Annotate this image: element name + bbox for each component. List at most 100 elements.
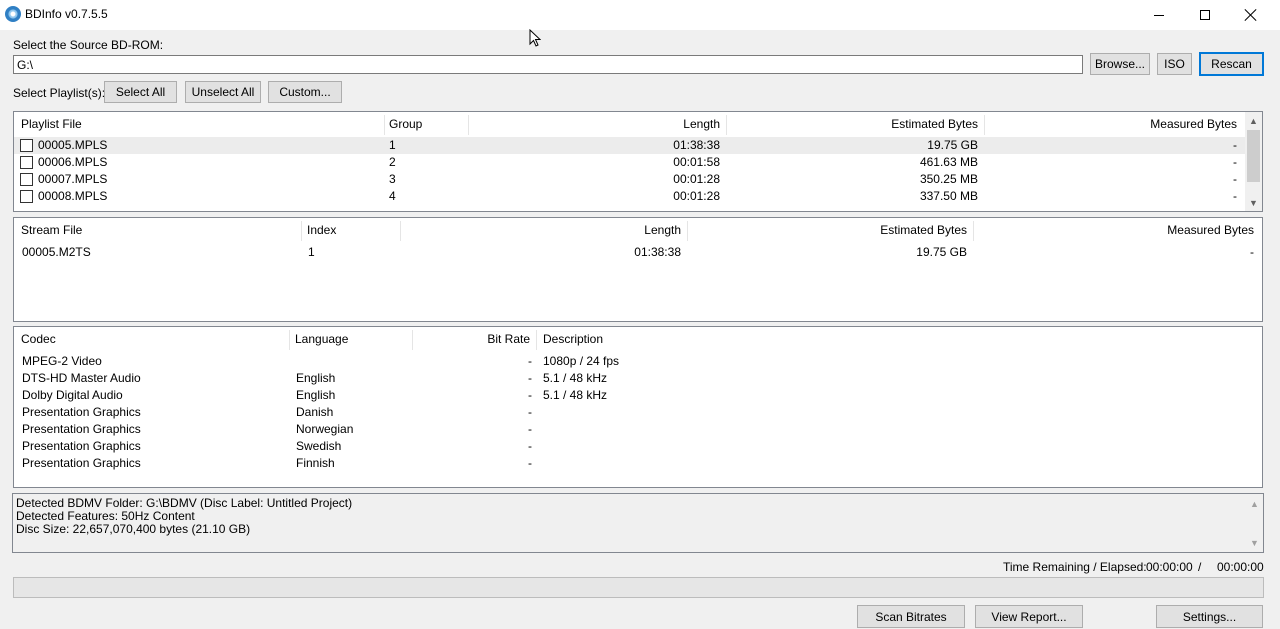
- view-report-button[interactable]: View Report...: [975, 605, 1083, 628]
- codec-name: Presentation Graphics: [22, 456, 141, 470]
- scroll-up-icon[interactable]: ▲: [1246, 495, 1263, 512]
- col-stream-file[interactable]: Stream File: [15, 218, 88, 242]
- time-remaining-value: 00:00:00: [1146, 560, 1193, 574]
- col-index[interactable]: Index: [301, 218, 342, 242]
- playlist-file: 00005.MPLS: [38, 138, 108, 152]
- codec-bitrate: -: [528, 388, 532, 402]
- playlist-row[interactable]: 00008.MPLS 4 00:01:28 337.50 MB -: [14, 188, 1246, 205]
- codec-row[interactable]: Presentation Graphics Danish -: [14, 404, 1262, 421]
- playlist-row[interactable]: 00007.MPLS 3 00:01:28 350.25 MB -: [14, 171, 1246, 188]
- stream-estimated: 19.75 GB: [916, 245, 967, 259]
- playlist-group: 2: [389, 155, 396, 169]
- playlist-checkbox[interactable]: [20, 190, 33, 203]
- codec-language: English: [296, 371, 336, 385]
- codec-name: Presentation Graphics: [22, 405, 141, 419]
- playlist-checkbox[interactable]: [20, 156, 33, 169]
- codec-row[interactable]: Presentation Graphics Norwegian -: [14, 421, 1262, 438]
- playlist-file: 00008.MPLS: [38, 189, 108, 203]
- maximize-icon: [1200, 10, 1210, 20]
- iso-button[interactable]: ISO: [1157, 53, 1192, 75]
- disc-icon: [5, 6, 21, 22]
- minimize-icon: [1154, 14, 1164, 16]
- settings-button[interactable]: Settings...: [1156, 605, 1263, 628]
- playlist-measured: -: [1233, 138, 1237, 152]
- playlist-checkbox[interactable]: [20, 173, 33, 186]
- scroll-down-icon[interactable]: ▼: [1246, 534, 1263, 551]
- codec-row[interactable]: Presentation Graphics Finnish -: [14, 455, 1262, 472]
- playlist-group: 4: [389, 189, 396, 203]
- playlist-checkbox[interactable]: [20, 139, 33, 152]
- col-estimated-bytes[interactable]: Estimated Bytes: [687, 218, 973, 242]
- col-estimated-bytes[interactable]: Estimated Bytes: [726, 112, 984, 136]
- playlist-estimated: 19.75 GB: [927, 138, 978, 152]
- codec-description: 5.1 / 48 kHz: [543, 371, 608, 385]
- col-length[interactable]: Length: [469, 112, 726, 136]
- playlist-measured: -: [1233, 155, 1237, 169]
- codec-name: Presentation Graphics: [22, 422, 141, 436]
- codec-bitrate: -: [528, 371, 532, 385]
- playlist-estimated: 461.63 MB: [919, 155, 978, 169]
- codec-row[interactable]: Dolby Digital Audio English - 5.1 / 48 k…: [14, 387, 1262, 404]
- codec-language: Finnish: [296, 456, 335, 470]
- window-title: BDInfo v0.7.5.5: [25, 7, 108, 21]
- col-codec[interactable]: Codec: [15, 327, 62, 351]
- codec-grid[interactable]: Codec Language Bit Rate Description MPEG…: [13, 326, 1263, 488]
- playlist-file: 00007.MPLS: [38, 172, 108, 186]
- close-button[interactable]: [1228, 0, 1274, 30]
- unselect-all-button[interactable]: Unselect All: [185, 81, 261, 103]
- scroll-down-icon[interactable]: ▼: [1245, 194, 1262, 211]
- rescan-button[interactable]: Rescan: [1199, 52, 1264, 76]
- codec-row[interactable]: Presentation Graphics Swedish -: [14, 438, 1262, 455]
- col-language[interactable]: Language: [289, 327, 354, 351]
- col-measured-bytes[interactable]: Measured Bytes: [973, 218, 1260, 242]
- scroll-up-icon[interactable]: ▲: [1245, 112, 1262, 129]
- playlist-length: 00:01:58: [673, 155, 720, 169]
- codec-name: DTS-HD Master Audio: [22, 371, 141, 385]
- codec-bitrate: -: [528, 354, 532, 368]
- maximize-button[interactable]: [1182, 0, 1228, 30]
- stream-measured: -: [1250, 245, 1254, 259]
- col-description[interactable]: Description: [537, 327, 609, 351]
- select-all-button[interactable]: Select All: [104, 81, 177, 103]
- col-bit-rate[interactable]: Bit Rate: [412, 327, 536, 351]
- playlist-group: 3: [389, 172, 396, 186]
- playlist-file: 00006.MPLS: [38, 155, 108, 169]
- scroll-thumb[interactable]: [1247, 130, 1260, 182]
- codec-name: MPEG-2 Video: [22, 354, 102, 368]
- playlist-length: 01:38:38: [673, 138, 720, 152]
- playlist-grid-header: Playlist File Group Length Estimated Byt…: [14, 112, 1262, 136]
- playlist-row[interactable]: 00005.MPLS 1 01:38:38 19.75 GB -: [14, 137, 1246, 154]
- title-bar: BDInfo v0.7.5.5: [0, 0, 1280, 30]
- browse-button[interactable]: Browse...: [1090, 53, 1150, 75]
- playlist-estimated: 350.25 MB: [919, 172, 978, 186]
- codec-bitrate: -: [528, 439, 532, 453]
- codec-language: English: [296, 388, 336, 402]
- stream-length: 01:38:38: [634, 245, 681, 259]
- report-scrollbar[interactable]: ▲ ▼: [1246, 494, 1263, 552]
- col-measured-bytes[interactable]: Measured Bytes: [984, 112, 1243, 136]
- playlist-grid[interactable]: Playlist File Group Length Estimated Byt…: [13, 111, 1263, 212]
- minimize-button[interactable]: [1136, 0, 1182, 30]
- col-group[interactable]: Group: [383, 112, 428, 136]
- custom-button[interactable]: Custom...: [268, 81, 342, 103]
- codec-name: Presentation Graphics: [22, 439, 141, 453]
- codec-row[interactable]: DTS-HD Master Audio English - 5.1 / 48 k…: [14, 370, 1262, 387]
- stream-grid[interactable]: Stream File Index Length Estimated Bytes…: [13, 217, 1263, 322]
- codec-name: Dolby Digital Audio: [22, 388, 123, 402]
- playlist-row[interactable]: 00006.MPLS 2 00:01:58 461.63 MB -: [14, 154, 1246, 171]
- stream-grid-header: Stream File Index Length Estimated Bytes…: [14, 218, 1262, 242]
- close-icon: [1245, 9, 1257, 21]
- playlist-scrollbar[interactable]: ▲ ▼: [1245, 112, 1262, 211]
- stream-row[interactable]: 00005.M2TS 1 01:38:38 19.75 GB -: [14, 244, 1262, 261]
- scan-progress-bar: [13, 577, 1264, 598]
- col-playlist-file[interactable]: Playlist File: [15, 112, 88, 136]
- source-path-input[interactable]: G:\: [13, 55, 1083, 74]
- col-length[interactable]: Length: [400, 218, 687, 242]
- time-elapsed-value: 00:00:00: [1217, 560, 1264, 574]
- report-textbox[interactable]: Detected BDMV Folder: G:\BDMV (Disc Labe…: [12, 493, 1264, 553]
- codec-row[interactable]: MPEG-2 Video - 1080p / 24 fps: [14, 353, 1262, 370]
- playlist-estimated: 337.50 MB: [919, 189, 978, 203]
- codec-bitrate: -: [528, 422, 532, 436]
- scan-bitrates-button[interactable]: Scan Bitrates: [857, 605, 965, 628]
- codec-language: Danish: [296, 405, 334, 419]
